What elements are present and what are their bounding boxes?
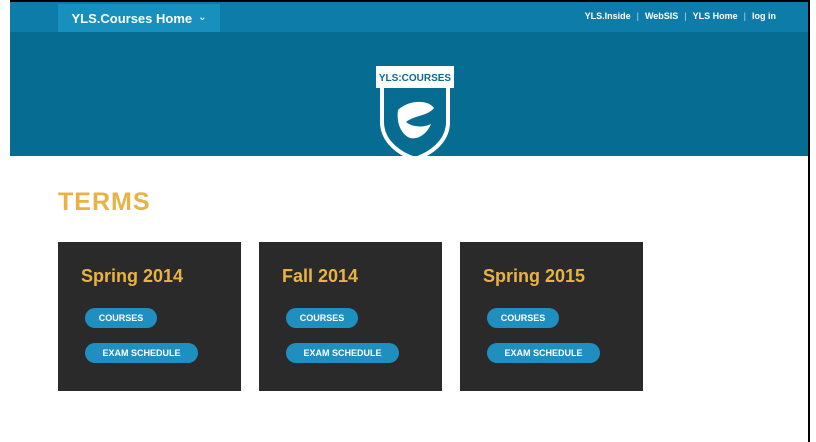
yls-home-link[interactable]: YLS Home: [693, 11, 738, 21]
log-in-link[interactable]: log in: [752, 11, 776, 21]
link-separator: |: [743, 11, 746, 21]
browser-page: YLS.Courses Home ⌄ YLS.Inside | WebSIS |…: [10, 0, 810, 442]
page-title: TERMS: [58, 188, 151, 216]
courses-button[interactable]: COURSES: [85, 308, 157, 328]
link-separator: |: [684, 11, 687, 21]
link-separator: |: [636, 11, 639, 21]
chevron-down-icon: ⌄: [198, 12, 207, 23]
logo-text: YLS:COURSES: [379, 73, 452, 84]
yls-inside-link[interactable]: YLS.Inside: [585, 11, 631, 21]
term-title: Spring 2014: [81, 266, 184, 286]
exam-schedule-button[interactable]: EXAM SCHEDULE: [487, 343, 600, 363]
term-title: Fall 2014: [282, 266, 359, 286]
term-card-fall-2014: Fall 2014 COURSES EXAM SCHEDULE: [259, 242, 442, 391]
exam-schedule-button[interactable]: EXAM SCHEDULE: [286, 343, 399, 363]
home-menu-button[interactable]: YLS.Courses Home ⌄: [58, 4, 220, 32]
term-card-spring-2014: Spring 2014 COURSES EXAM SCHEDULE: [58, 242, 241, 391]
courses-button[interactable]: COURSES: [487, 308, 559, 328]
websis-link[interactable]: WebSIS: [645, 11, 678, 21]
term-title: Spring 2015: [483, 266, 586, 286]
hero-banner: YLS:COURSES: [10, 32, 808, 160]
courses-button[interactable]: COURSES: [286, 308, 358, 328]
term-card-spring-2015: Spring 2015 COURSES EXAM SCHEDULE: [460, 242, 643, 391]
top-navigation-bar: YLS.Courses Home ⌄ YLS.Inside | WebSIS |…: [10, 2, 808, 32]
home-menu-label: YLS.Courses Home: [71, 10, 193, 26]
shield-logo-icon[interactable]: YLS:COURSES: [376, 66, 454, 160]
exam-schedule-button[interactable]: EXAM SCHEDULE: [85, 343, 198, 363]
utility-links: YLS.Inside | WebSIS | YLS Home | log in: [585, 11, 776, 21]
